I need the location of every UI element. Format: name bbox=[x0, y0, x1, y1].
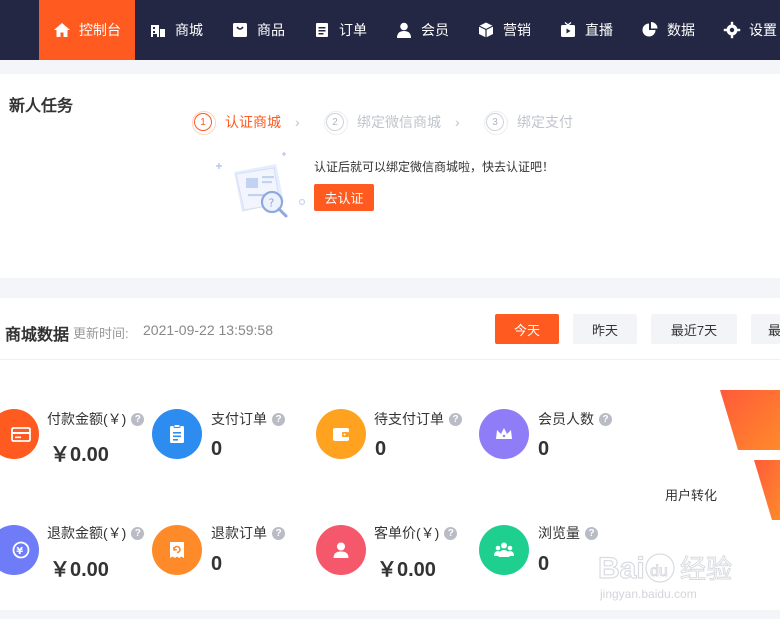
svg-text:经验: 经验 bbox=[680, 555, 732, 585]
nav-label: 设置 bbox=[749, 22, 777, 38]
funnel-stage-top bbox=[720, 390, 780, 450]
shop-data-title: 商城数据 bbox=[5, 327, 70, 344]
nav-item-goods[interactable]: 商品 bbox=[231, 0, 285, 60]
help-icon[interactable]: ? bbox=[131, 526, 145, 540]
nav-label: 数据 bbox=[667, 22, 695, 38]
new-task-panel: 新人任务 1 认证商城 › 2 绑定微信商城 › 3 绑定支付 ? 认证后就可以… bbox=[0, 74, 780, 278]
help-icon[interactable]: ? bbox=[585, 526, 598, 540]
settings-gear-icon bbox=[723, 21, 741, 39]
step-number: 1 bbox=[192, 111, 216, 135]
step-label: 绑定微信商城 bbox=[357, 114, 441, 130]
period-today-button[interactable]: 今天 bbox=[495, 314, 559, 344]
help-icon[interactable]: ? bbox=[272, 412, 285, 426]
nav-label: 会员 bbox=[421, 22, 449, 38]
svg-text:?: ? bbox=[269, 197, 275, 210]
nav-item-store[interactable]: 商城 bbox=[149, 0, 203, 60]
nav-item-live[interactable]: 直播 bbox=[559, 0, 613, 60]
help-icon[interactable]: ? bbox=[272, 526, 285, 540]
step-label: 绑定支付 bbox=[517, 114, 573, 130]
conversion-funnel-chart bbox=[720, 390, 780, 520]
update-time-label: 更新时间: bbox=[73, 326, 129, 341]
stat-paid-orders-label: 支付订单? bbox=[211, 409, 285, 429]
verify-document-illustration: ? bbox=[216, 152, 306, 218]
card-icon bbox=[0, 409, 39, 459]
period-yesterday-button[interactable]: 昨天 bbox=[573, 314, 637, 344]
funnel-stage-second bbox=[754, 460, 780, 520]
nav-label: 商城 bbox=[175, 22, 203, 38]
clipboard-icon bbox=[152, 409, 202, 459]
wallet-icon bbox=[316, 409, 366, 459]
chevron-right-icon: › bbox=[295, 114, 300, 130]
period-more-button[interactable]: 最 bbox=[751, 314, 780, 344]
step-bind-payment[interactable]: 3 绑定支付 bbox=[484, 111, 573, 135]
task-description: 认证后就可以绑定微信商城啦，快去认证吧！ bbox=[314, 160, 555, 174]
svg-text:du: du bbox=[650, 563, 668, 580]
people-icon bbox=[479, 525, 529, 575]
stat-refund-amount-value: ￥0.00 bbox=[50, 559, 109, 581]
nav-item-members[interactable]: 会员 bbox=[395, 0, 449, 60]
stat-members-value: 0 bbox=[538, 438, 550, 460]
svg-text:jingyan.baidu.com: jingyan.baidu.com bbox=[599, 587, 697, 601]
stat-pending-orders-label: 待支付订单? bbox=[374, 409, 462, 429]
help-icon[interactable]: ? bbox=[599, 412, 612, 426]
step-number: 3 bbox=[484, 111, 508, 135]
store-icon bbox=[149, 21, 167, 39]
nav-item-data[interactable]: 数据 bbox=[641, 0, 695, 60]
goods-icon bbox=[231, 21, 249, 39]
nav-item-dashboard[interactable]: 控制台 bbox=[39, 0, 135, 60]
divider bbox=[0, 359, 780, 360]
nav-item-settings[interactable]: 设置 bbox=[723, 0, 777, 60]
yuan-refund-icon: ¥ bbox=[0, 525, 39, 575]
help-icon[interactable]: ? bbox=[449, 412, 462, 426]
svg-text:Bai: Bai bbox=[598, 552, 645, 585]
user-conversion-label: 用户转化 bbox=[665, 488, 718, 503]
go-verify-button[interactable]: 去认证 bbox=[314, 184, 374, 211]
baidu-jingyan-watermark: Bai du 经验 jingyan.baidu.com bbox=[598, 551, 733, 601]
stat-page-views-value: 0 bbox=[538, 553, 550, 575]
stat-refund-orders-value: 0 bbox=[211, 553, 223, 575]
refund-receipt-icon bbox=[152, 525, 202, 575]
stat-paid-orders-value: 0 bbox=[211, 438, 223, 460]
home-icon bbox=[53, 21, 71, 39]
top-nav: 控制台 商城 商品 订单 会员 营销 直播 数据 设置 bbox=[0, 0, 780, 60]
step-bind-wechat-store[interactable]: 2 绑定微信商城 bbox=[324, 111, 441, 135]
task-title: 新人任务 bbox=[9, 98, 74, 115]
order-icon bbox=[313, 21, 331, 39]
stat-refund-amount-label: 退款金额(￥)? bbox=[47, 523, 145, 543]
person-icon bbox=[316, 525, 366, 575]
help-icon[interactable]: ? bbox=[444, 526, 458, 540]
stat-paid-amount-value: ￥0.00 bbox=[50, 444, 109, 466]
chevron-right-icon: › bbox=[455, 114, 460, 130]
step-verify-store[interactable]: 1 认证商城 bbox=[192, 111, 281, 135]
stat-page-views-label: 浏览量? bbox=[538, 523, 598, 543]
data-pie-icon bbox=[641, 21, 659, 39]
nav-item-orders[interactable]: 订单 bbox=[313, 0, 367, 60]
crown-icon bbox=[479, 409, 529, 459]
nav-item-marketing[interactable]: 营销 bbox=[477, 0, 531, 60]
stat-avg-order-price-value: ￥0.00 bbox=[377, 559, 436, 581]
help-icon[interactable]: ? bbox=[131, 412, 145, 426]
stat-refund-orders-label: 退款订单? bbox=[211, 523, 285, 543]
nav-label: 订单 bbox=[339, 22, 367, 38]
nav-label: 商品 bbox=[257, 22, 285, 38]
svg-text:¥: ¥ bbox=[16, 546, 23, 557]
stat-pending-orders-value: 0 bbox=[375, 438, 387, 460]
update-time-value: 2021-09-22 13:59:58 bbox=[143, 322, 273, 338]
stat-avg-order-price-label: 客单价(￥)? bbox=[374, 523, 458, 543]
period-last7days-button[interactable]: 最近7天 bbox=[651, 314, 737, 344]
nav-label: 营销 bbox=[503, 22, 531, 38]
live-icon bbox=[559, 21, 577, 39]
member-icon bbox=[395, 21, 413, 39]
step-label: 认证商城 bbox=[225, 114, 281, 130]
nav-label: 控制台 bbox=[79, 22, 121, 38]
stat-paid-amount-label: 付款金额(￥)? bbox=[47, 409, 145, 429]
step-number: 2 bbox=[324, 111, 348, 135]
marketing-icon bbox=[477, 21, 495, 39]
stat-members-label: 会员人数? bbox=[538, 409, 612, 429]
nav-label: 直播 bbox=[585, 22, 613, 38]
